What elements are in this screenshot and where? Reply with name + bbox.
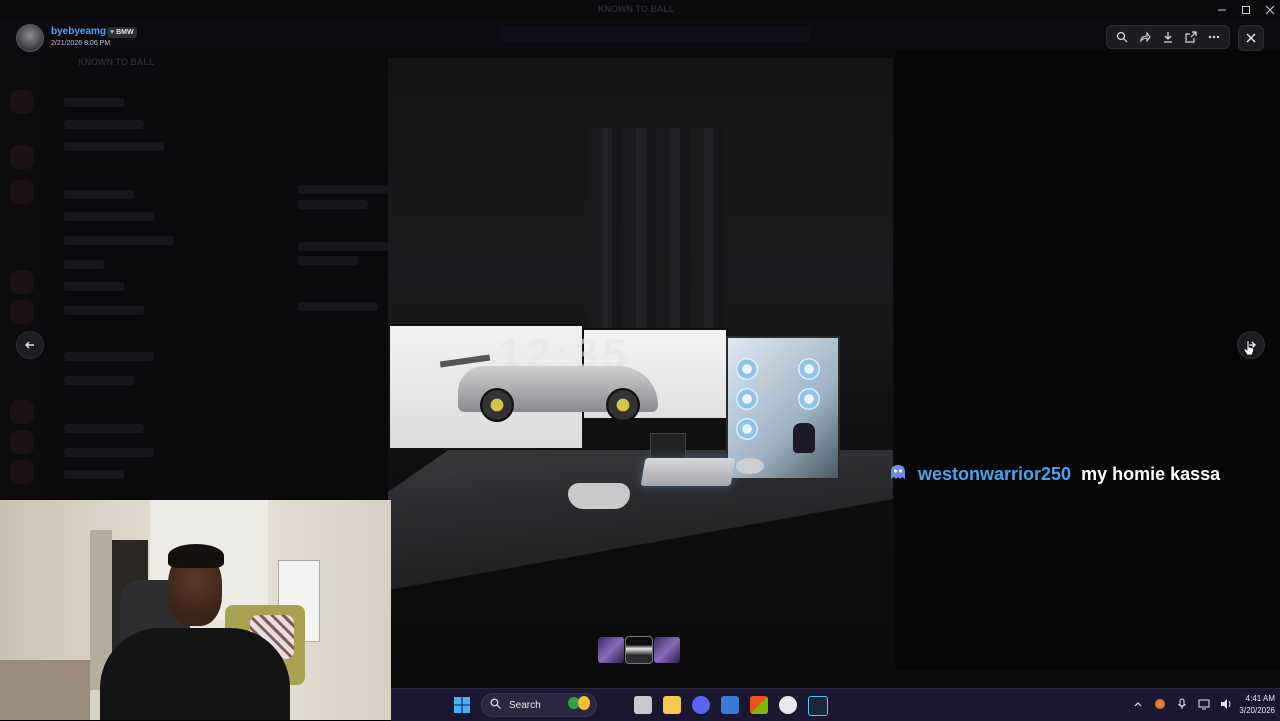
- download-icon[interactable]: [1159, 28, 1177, 46]
- search-icon: [490, 696, 501, 714]
- forward-icon[interactable]: [1136, 28, 1154, 46]
- chat-message-text: my homie kassa: [1081, 463, 1221, 484]
- hand-cursor-icon: [1243, 340, 1255, 361]
- mouse: [736, 458, 764, 474]
- taskbar-clock[interactable]: 4:41 AM 3/20/2026: [1225, 693, 1275, 717]
- avatar[interactable]: [16, 24, 44, 52]
- timestamp: 2/21/2026 8:06 PM: [51, 40, 111, 47]
- windows-start-icon[interactable]: [453, 696, 471, 714]
- app-icon[interactable]: [721, 696, 739, 714]
- thumbnail[interactable]: [654, 637, 680, 663]
- close-icon: [1246, 33, 1256, 43]
- system-tray: [1131, 697, 1233, 711]
- file-explorer-icon[interactable]: [663, 696, 681, 714]
- network-icon[interactable]: [1197, 697, 1211, 711]
- badge-label: BMW: [116, 29, 134, 36]
- viewer-toolbar: [1106, 25, 1230, 49]
- sender-name[interactable]: byebyeamg: [51, 26, 106, 37]
- close-viewer-button[interactable]: [1238, 25, 1264, 51]
- window-close-button[interactable]: [1264, 4, 1276, 16]
- right-dim-area: [895, 50, 1280, 670]
- zoom-icon[interactable]: [1113, 28, 1131, 46]
- stream-chat-message: westonwarrior250 my homie kassa: [888, 462, 1220, 486]
- notice-banner: [500, 26, 810, 42]
- windows-taskbar: Search 4:41 AM 3/20/2026: [391, 688, 1280, 721]
- car-wheel: [480, 388, 514, 422]
- window-title: KNOWN TO BALL: [598, 4, 675, 14]
- search-label: Search: [509, 699, 541, 711]
- search-highlight-icon: [566, 695, 592, 716]
- arrow-left-icon: [25, 341, 34, 349]
- keyboard: [640, 458, 736, 486]
- chat-area: [250, 50, 390, 500]
- steam-icon[interactable]: [808, 696, 828, 716]
- open-external-icon[interactable]: [1182, 28, 1200, 46]
- figurine: [793, 423, 815, 453]
- previous-image-button[interactable]: [16, 331, 44, 359]
- store-icon[interactable]: [750, 696, 768, 714]
- viewed-image[interactable]: 12:35: [388, 58, 893, 688]
- microphone-icon[interactable]: [1175, 697, 1189, 711]
- app-icon-2[interactable]: [779, 696, 797, 714]
- clock-date: 3/20/2026: [1239, 706, 1275, 715]
- server-tag-badge: ♥ BMW: [107, 27, 137, 38]
- channel-list: [44, 50, 244, 500]
- taskbar-search[interactable]: Search: [481, 693, 597, 717]
- thumbnail-active[interactable]: [625, 636, 653, 664]
- maximize-button[interactable]: [1240, 4, 1252, 16]
- minimize-button[interactable]: [1216, 4, 1228, 16]
- more-icon[interactable]: [1205, 28, 1223, 46]
- webcam-feed: [0, 500, 391, 720]
- car-wheel: [606, 388, 640, 422]
- task-view-icon[interactable]: [634, 696, 652, 714]
- server-rail: [0, 50, 40, 500]
- chat-username: westonwarrior250: [918, 463, 1072, 484]
- tray-app-icon[interactable]: [1153, 697, 1167, 711]
- discord-icon[interactable]: [692, 696, 710, 714]
- chevron-up-icon[interactable]: [1131, 697, 1145, 711]
- image-thumbnails: [598, 636, 680, 664]
- thumbnail[interactable]: [598, 637, 624, 663]
- heart-icon: ♥: [110, 29, 115, 36]
- clock-time: 4:41 AM: [1245, 694, 1275, 703]
- game-controller: [568, 483, 630, 509]
- chat-user-icon: [888, 463, 908, 486]
